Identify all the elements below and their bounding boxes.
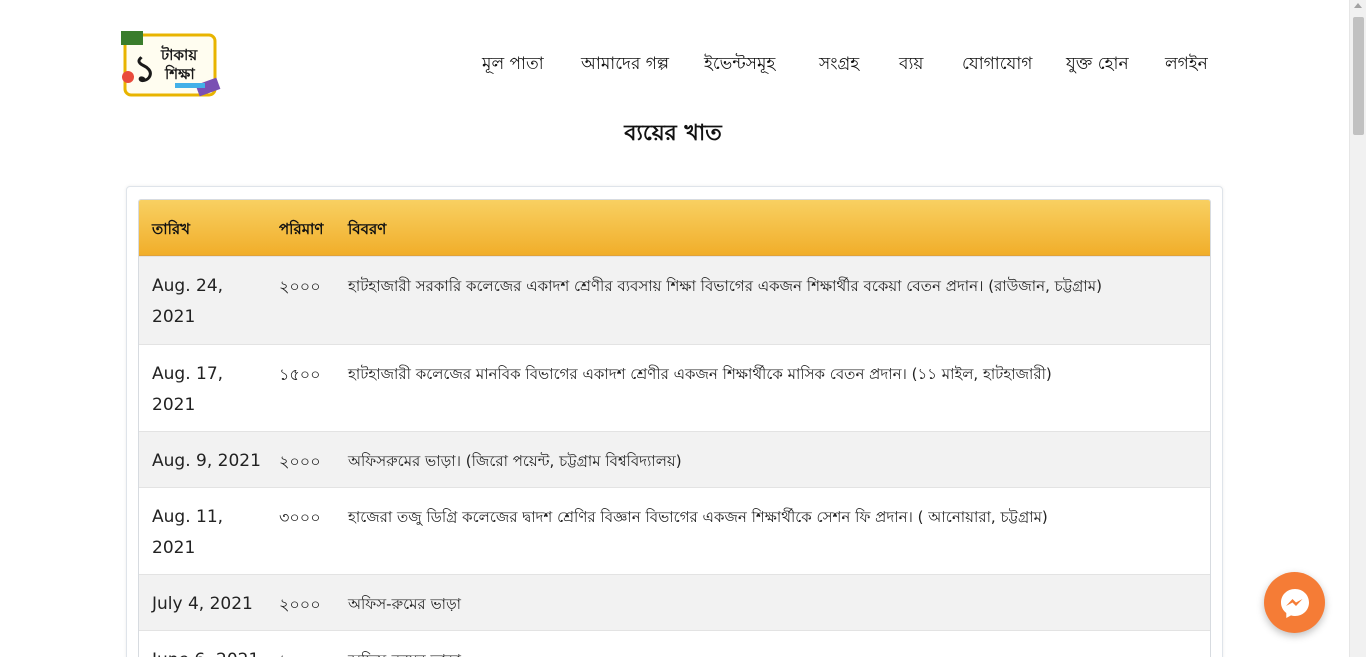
row-amount: ২০০০ (279, 645, 321, 657)
row-date: July 4, 2021 (152, 594, 253, 614)
page-title: ব্যয়ের খাত (624, 121, 722, 146)
messenger-icon (1280, 588, 1309, 618)
site-logo[interactable]: ১ টাকায় শিক্ষা (119, 29, 222, 100)
scrollbar-thumb[interactable] (1353, 17, 1364, 135)
row-amount: ২০০০ (279, 452, 321, 471)
table-row: July 4, 2021 ২০০০ অফিস-রুমের ভাড়া (139, 574, 1210, 630)
row-amount: ১৫০০ (279, 365, 321, 384)
nav-item-collection[interactable]: সংগ্রহ (819, 52, 859, 76)
nav-item-our-story[interactable]: আমাদের গল্প (581, 52, 669, 76)
page-scrollbar[interactable] (1349, 0, 1366, 657)
row-description: হাটহাজারী সরকারি কলেজের একাদশ শ্রেণীর ব্… (348, 277, 1102, 295)
table-header: তারিখ পরিমাণ বিবরণ (139, 200, 1210, 256)
table-row: Aug. 24, 2021 ২০০০ হাটহাজারী সরকারি কলেজ… (139, 256, 1210, 344)
row-amount: ২০০০ (279, 595, 321, 614)
row-date: Aug. 24, 2021 (152, 276, 224, 327)
row-date: Aug. 17, 2021 (152, 364, 224, 415)
expense-table: তারিখ পরিমাণ বিবরণ Aug. 24, 2021 ২০০০ হা… (138, 199, 1211, 657)
nav-item-login[interactable]: লগইন (1165, 52, 1208, 76)
messenger-button[interactable] (1264, 572, 1325, 633)
nav-item-contact[interactable]: যোগাযোগ (962, 52, 1032, 76)
nav-item-home[interactable]: মূল পাতা (482, 52, 544, 76)
row-amount: ৩০০০ (279, 508, 321, 527)
row-amount: ২০০০ (279, 277, 321, 296)
row-description: অফিসরুমের ভাড়া। (জিরো পয়েন্ট, চট্টগ্রা… (348, 452, 682, 470)
header-date: তারিখ (152, 220, 190, 238)
scroll-up-arrow-icon[interactable] (1354, 3, 1362, 8)
nav-item-expense[interactable]: ব্যয় (899, 52, 923, 76)
header-amount: পরিমাণ (279, 220, 324, 238)
nav-item-join[interactable]: যুক্ত হোন (1066, 52, 1129, 76)
nav-item-events[interactable]: ইভেন্টসমূহ (704, 52, 775, 76)
table-row: Aug. 17, 2021 ১৫০০ হাটহাজারী কলেজের মানব… (139, 344, 1210, 431)
header-description: বিবরণ (348, 220, 387, 238)
row-description: অফিস-রুমের ভাড়া (348, 645, 461, 657)
table-row: Aug. 9, 2021 ২০০০ অফিসরুমের ভাড়া। (জিরো… (139, 431, 1210, 487)
row-date: Aug. 11, 2021 (152, 507, 224, 558)
row-description: হাটহাজারী কলেজের মানবিক বিভাগের একাদশ শ্… (348, 365, 1052, 383)
main-nav: মূল পাতা আমাদের গল্প ইভেন্টসমূহ সংগ্রহ ব… (462, 52, 1366, 76)
logo-icon: ১ টাকায় শিক্ষা (121, 31, 221, 97)
svg-text:শিক্ষা: শিক্ষা (164, 64, 195, 83)
row-date: Aug. 9, 2021 (152, 451, 261, 471)
row-date: June 6, 2021 (152, 645, 292, 657)
table-row: Aug. 11, 2021 ৩০০০ হাজেরা তজু ডিগ্রি কলে… (139, 487, 1210, 574)
table-row: June 6, 2021 ২০০০ অফিস-রুমের ভাড়া (139, 630, 1210, 657)
svg-text:টাকায়: টাকায় (160, 45, 198, 64)
row-description: হাজেরা তজু ডিগ্রি কলেজের দ্বাদশ শ্রেণির … (348, 508, 1048, 526)
svg-text:১: ১ (133, 48, 156, 90)
row-description: অফিস-রুমের ভাড়া (348, 595, 462, 613)
